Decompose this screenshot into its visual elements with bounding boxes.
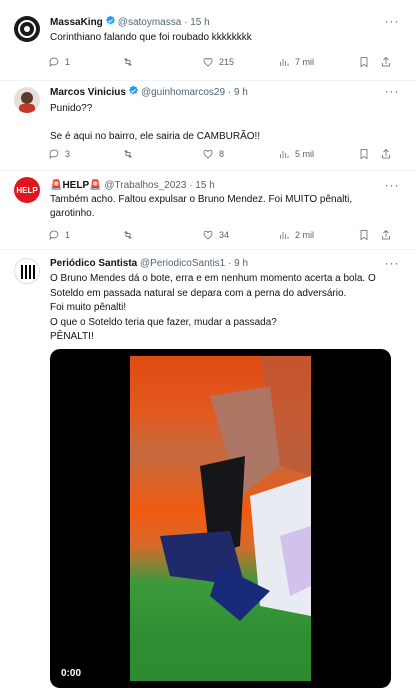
more-options-icon[interactable]: ··· [384, 85, 400, 99]
heart-icon [203, 57, 213, 67]
tweet-actions: 1 34 2 mil [48, 228, 402, 242]
tweet-text: O Bruno Mendes dá o bote, erra e em nenh… [50, 273, 376, 342]
reply-icon [49, 57, 59, 67]
display-name[interactable]: 🚨HELP🚨 [50, 180, 102, 191]
share-icon [382, 229, 390, 240]
share-button[interactable] [380, 55, 392, 69]
retweet-icon [124, 149, 132, 159]
like-count: 34 [219, 230, 230, 240]
bookmark-button[interactable] [358, 147, 370, 161]
avatar[interactable]: HELP [14, 177, 40, 203]
handle-time[interactable]: @satoymassa · 15 h [118, 17, 210, 28]
tweet-header: 🚨HELP🚨 @Trabalhos_2023 · 15 h [50, 179, 376, 193]
view-count: 7 mil [295, 57, 315, 67]
svg-text:HELP: HELP [16, 186, 38, 195]
heart-icon [203, 149, 213, 159]
view-count: 5 mil [295, 149, 315, 159]
verified-badge-icon [105, 15, 115, 25]
views-button[interactable]: 7 mil [278, 55, 314, 69]
handle-time[interactable]: @guinhomarcos29 · 9 h [141, 87, 248, 98]
like-count: 215 [219, 57, 235, 67]
bookmark-icon [360, 230, 368, 241]
views-button[interactable]: 2 mil [278, 228, 314, 242]
share-icon [382, 56, 390, 67]
views-chart-icon [280, 59, 289, 66]
handle-time[interactable]: @Trabalhos_2023 · 15 h [104, 180, 214, 191]
more-options-icon[interactable]: ··· [384, 257, 400, 271]
views-chart-icon [280, 151, 289, 158]
share-button[interactable] [380, 147, 392, 161]
reply-icon [49, 149, 59, 159]
avatar[interactable] [14, 87, 40, 113]
bookmark-button[interactable] [358, 228, 370, 242]
bookmark-icon [360, 57, 368, 68]
view-count: 2 mil [295, 230, 315, 240]
retweet-button[interactable] [122, 147, 139, 161]
retweet-icon [124, 57, 132, 67]
handle-time[interactable]: @PeriodicoSantis1 · 9 h [140, 258, 248, 269]
tweet-header: Marcos Vinicius @guinhomarcos29 · 9 h [50, 85, 376, 99]
display-name[interactable]: MassaKing [50, 17, 103, 28]
bookmark-button[interactable] [358, 55, 370, 69]
tweet-marcos-vinicius[interactable]: Marcos Vinicius @guinhomarcos29 · 9 h ···… [0, 81, 416, 171]
retweet-button[interactable] [122, 55, 139, 69]
reply-count: 3 [65, 149, 71, 159]
tweet-help[interactable]: HELP 🚨HELP🚨 @Trabalhos_2023 · 15 h ··· T… [0, 171, 416, 250]
heart-icon [203, 230, 213, 240]
bookmark-icon [360, 149, 368, 160]
tweet-massaking[interactable]: MassaKing @satoymassa · 15 h ··· Corinthi… [0, 0, 416, 81]
avatar[interactable] [14, 16, 40, 42]
reply-button[interactable]: 3 [48, 147, 70, 161]
tweet-text: Punido?? Se é aqui no bairro, ele sairia… [50, 103, 261, 142]
avatar[interactable] [14, 258, 40, 284]
reply-button[interactable]: 1 [48, 55, 70, 69]
views-chart-icon [280, 232, 289, 239]
more-options-icon[interactable]: ··· [384, 179, 400, 193]
video-timestamp: 0:00 [61, 668, 82, 679]
share-icon [382, 148, 390, 159]
display-name[interactable]: Periódico Santista [50, 258, 137, 269]
share-button[interactable] [380, 228, 392, 242]
verified-badge-icon [128, 85, 139, 95]
video-player[interactable]: 0:00 [50, 349, 391, 688]
like-button[interactable]: 8 [202, 147, 224, 161]
video-frame [130, 356, 311, 681]
reply-count: 1 [65, 230, 71, 240]
like-count: 8 [219, 149, 225, 159]
reply-icon [49, 230, 59, 240]
tweet-text: Corinthiano falando que foi roubado kkkk… [50, 32, 252, 43]
reply-button[interactable]: 1 [48, 228, 70, 242]
tweet-actions: 1 215 7 mil [48, 55, 402, 69]
retweet-icon [124, 230, 132, 240]
more-options-icon[interactable]: ··· [384, 15, 400, 29]
like-button[interactable]: 215 [202, 55, 234, 69]
views-button[interactable]: 5 mil [278, 147, 314, 161]
display-name[interactable]: Marcos Vinicius [50, 87, 126, 98]
tweet-header: Periódico Santista @PeriodicoSantis1 · 9… [50, 257, 376, 271]
reply-count: 1 [65, 57, 71, 67]
tweet-actions: 3 8 5 mil [48, 147, 402, 161]
like-button[interactable]: 34 [202, 228, 229, 242]
retweet-button[interactable] [122, 228, 139, 242]
tweet-header: MassaKing @satoymassa · 15 h [50, 15, 376, 29]
tweet-text: Também acho. Faltou expulsar o Bruno Men… [50, 194, 353, 219]
